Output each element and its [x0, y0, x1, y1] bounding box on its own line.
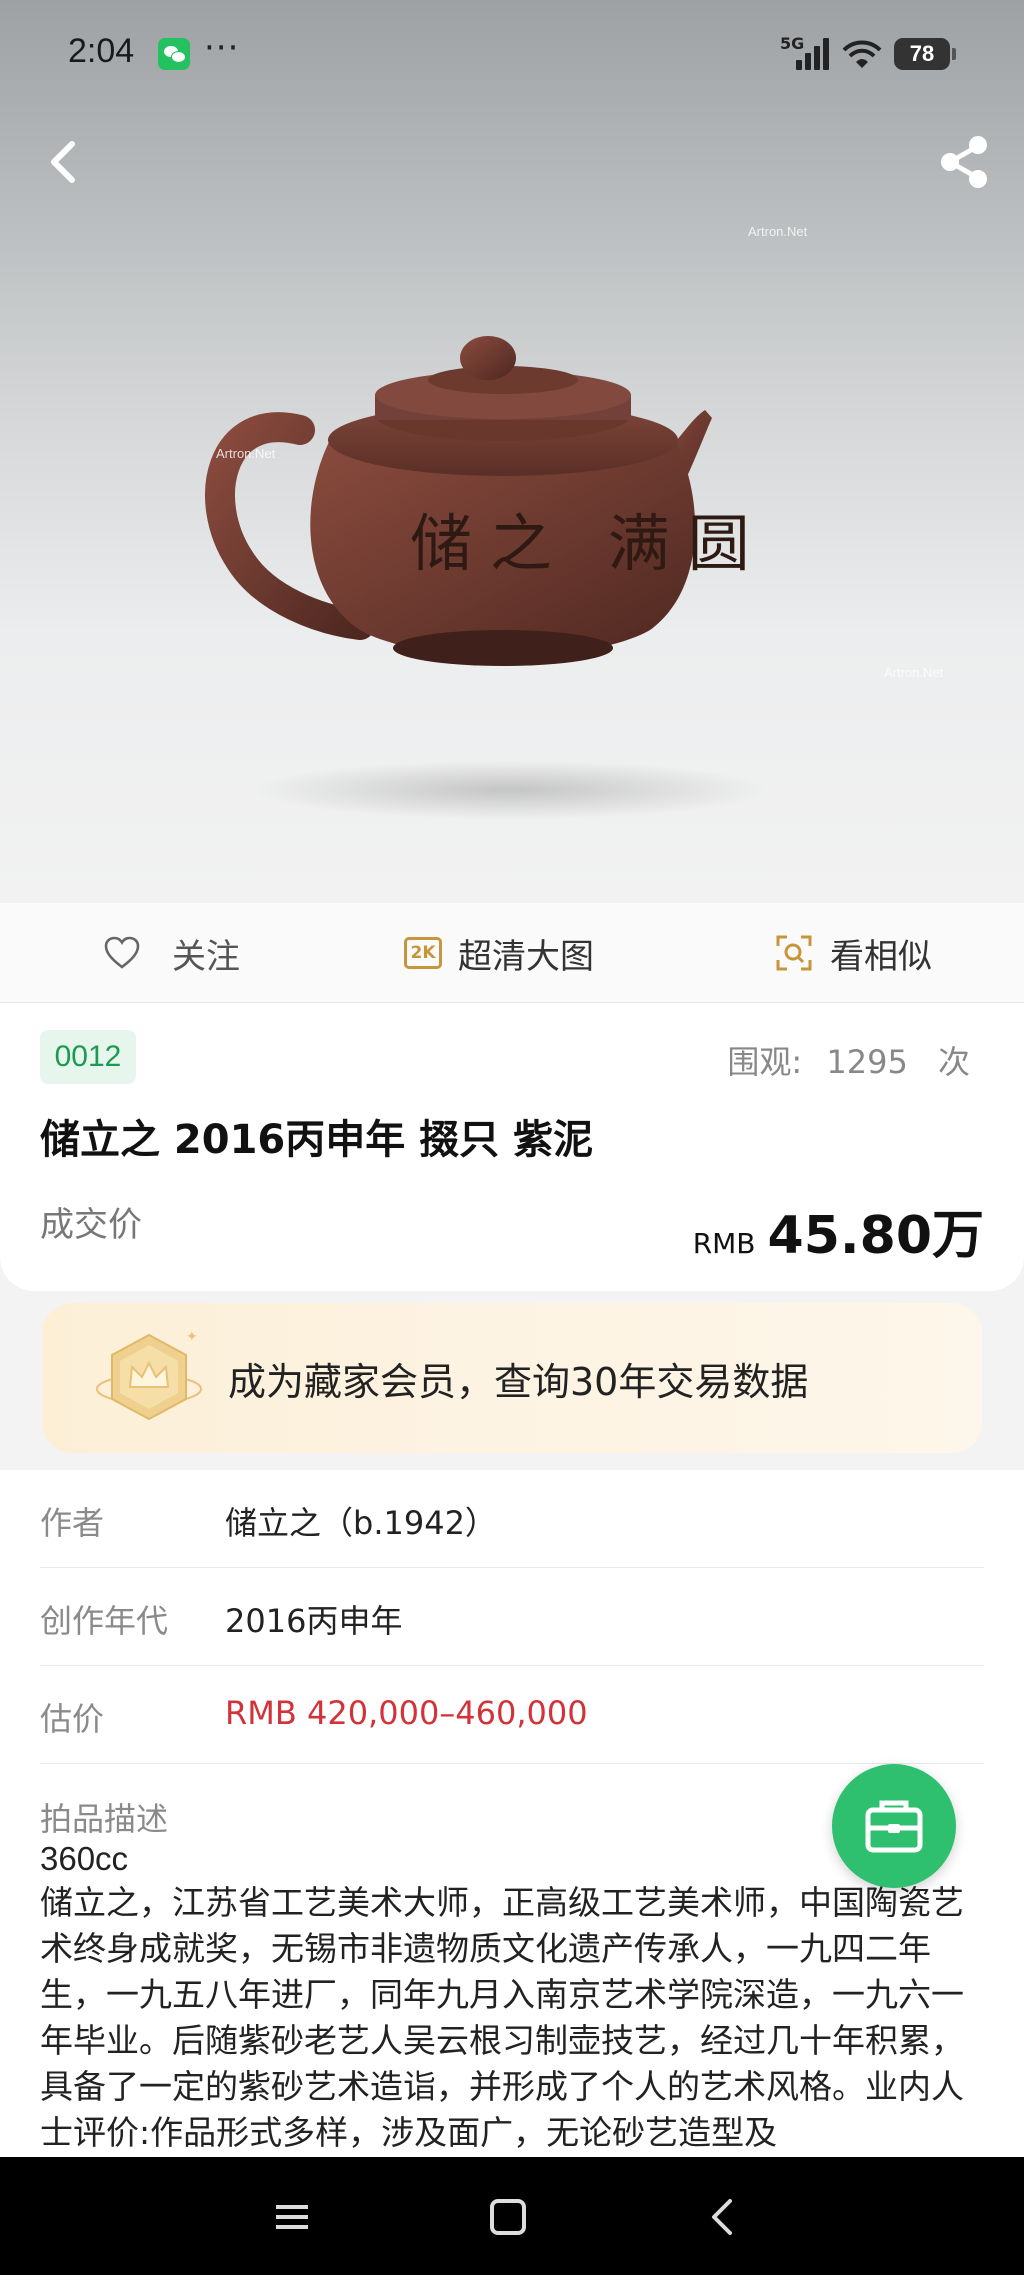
author-value[interactable]: 储立之（b.1942）	[225, 1498, 497, 1544]
author-row: 作者 储立之（b.1942）	[40, 1470, 984, 1568]
hd-2k-icon: 2K	[404, 937, 442, 969]
watermark: Artron.Net	[884, 665, 944, 680]
follow-label: 关注	[172, 936, 240, 977]
estimate-value: RMB 420,000–460,000	[225, 1694, 588, 1732]
teapot-image: 储之 满圆	[205, 336, 768, 666]
share-icon[interactable]	[934, 132, 994, 192]
back-icon[interactable]	[34, 132, 94, 192]
status-time: 2:04	[68, 32, 135, 70]
inscription-text: 储之 满圆	[410, 507, 768, 580]
similar-button[interactable]: 看相似	[776, 903, 932, 1003]
views-unit: 次	[937, 1043, 970, 1081]
briefcase-icon	[865, 1800, 923, 1853]
menu-icon[interactable]	[262, 2187, 322, 2247]
scan-similar-icon	[776, 935, 812, 971]
similar-label: 看相似	[830, 936, 932, 977]
status-bar: 2:04 ··· 5G 78	[0, 0, 1024, 110]
author-label: 作者	[40, 1504, 105, 1542]
watermark: Artron.Net	[216, 446, 276, 461]
views-label: 围观:	[727, 1043, 803, 1081]
hd-label: 超清大图	[458, 936, 594, 977]
wechat-icon	[158, 38, 190, 70]
nav-back-icon[interactable]	[694, 2187, 754, 2247]
more-notifications-icon: ···	[204, 28, 240, 68]
hd-image-button[interactable]: 2K 超清大图	[404, 903, 594, 1003]
signal-icon	[796, 38, 832, 70]
follow-button[interactable]: 关注	[104, 903, 240, 1003]
estimate-row: 估价 RMB 420,000–460,000	[40, 1666, 984, 1764]
description-size: 360cc	[40, 1840, 129, 1877]
year-value: 2016丙申年	[225, 1602, 403, 1640]
system-nav-bar	[0, 2157, 1024, 2275]
svg-text:✦: ✦	[186, 1329, 198, 1345]
estimate-label: 估价	[40, 1700, 105, 1738]
year-label: 创作年代	[40, 1602, 169, 1640]
member-banner-text: 成为藏家会员，查询30年交易数据	[228, 1360, 809, 1404]
artwork-image[interactable]: 储之 满圆 Artron.Net Artron.Net Artron.Net	[0, 0, 1024, 903]
views-count: 1295	[826, 1043, 908, 1081]
heart-icon	[104, 936, 140, 969]
view-count: 围观: 1295 次	[727, 1037, 970, 1083]
price-amount: 45.80万	[767, 1206, 984, 1266]
home-icon[interactable]	[478, 2187, 538, 2247]
watermark: Artron.Net	[748, 224, 808, 239]
deal-price-label: 成交价	[40, 1205, 142, 1245]
price-currency: RMB	[692, 1227, 756, 1260]
lot-title: 储立之 2016丙申年 掇只 紫泥	[40, 1117, 594, 1163]
briefcase-fab-button[interactable]	[832, 1764, 956, 1888]
lot-info-card: 0012 围观: 1295 次 储立之 2016丙申年 掇只 紫泥 成交价 RM…	[0, 1003, 1024, 1291]
member-banner[interactable]: ✦ 成为藏家会员，查询30年交易数据	[42, 1303, 982, 1453]
image-action-bar: 关注 2K 超清大图 看相似	[0, 903, 1024, 1003]
description-label: 拍品描述	[40, 1800, 169, 1838]
description-text: 储立之，江苏省工艺美术大师，正高级工艺美术师，中国陶瓷艺术终身成就奖，无锡市非遗…	[40, 1883, 964, 2152]
battery-icon: 78	[894, 38, 956, 70]
crown-badge-icon: ✦	[96, 1329, 202, 1421]
wifi-icon	[842, 40, 882, 68]
year-row: 创作年代 2016丙申年	[40, 1568, 984, 1666]
lot-number-badge: 0012	[40, 1030, 136, 1084]
deal-price: RMB 45.80万	[693, 1193, 984, 1268]
